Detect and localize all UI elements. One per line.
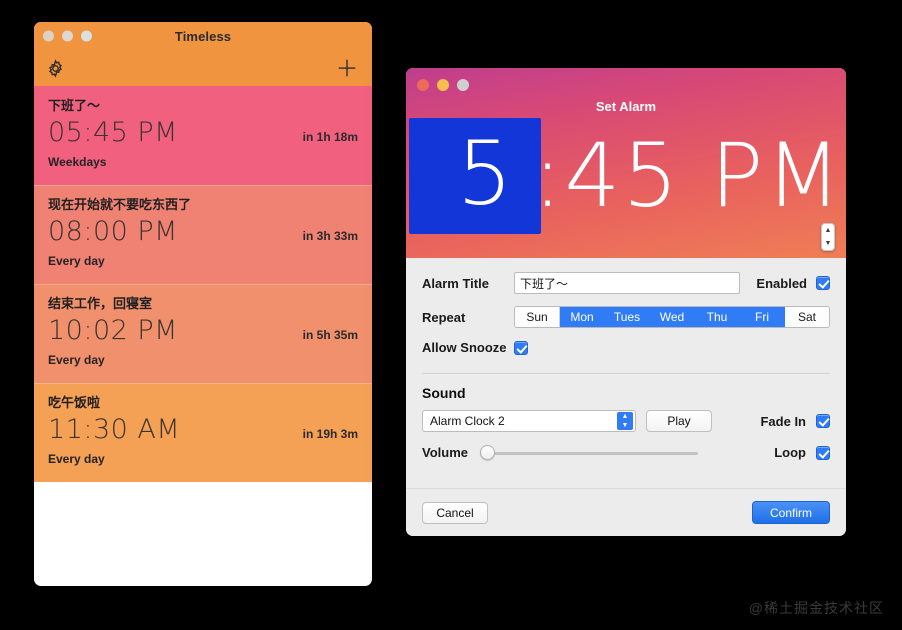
alarm-item-time: 10:02 PM bbox=[48, 315, 178, 346]
window-traffic-lights bbox=[43, 30, 92, 42]
stepper-up-icon[interactable]: ▲ bbox=[825, 227, 832, 234]
stepper-down-icon[interactable]: ▼ bbox=[825, 240, 832, 247]
dialog-minimize-button[interactable] bbox=[437, 79, 449, 91]
enabled-checkbox[interactable] bbox=[816, 276, 830, 290]
screen-root: Timeless 下班了～ 05:45 PM in 1h 18m Weekdays 现在… bbox=[0, 0, 902, 630]
chevron-updown-icon[interactable]: ▲ ▼ bbox=[617, 412, 633, 430]
sound-section-title: Sound bbox=[422, 385, 466, 401]
loop-group: Loop bbox=[774, 445, 830, 460]
chevron-up-glyph: ▲ bbox=[621, 413, 629, 420]
cancel-button[interactable]: Cancel bbox=[422, 501, 488, 524]
sound-select-value: Alarm Clock 2 bbox=[430, 414, 505, 428]
alarm-item-time: 11:30 AM bbox=[48, 414, 181, 445]
alarm-item-time: 05:45 PM bbox=[48, 117, 178, 148]
alarm-title-input[interactable] bbox=[514, 272, 741, 294]
set-alarm-dialog: Set Alarm 5:45 PM ▲ ▼ Alarm Title Enable… bbox=[406, 68, 846, 536]
repeat-day-mon[interactable]: Mon bbox=[560, 307, 605, 327]
dialog-footer: Cancel Confirm bbox=[406, 488, 846, 536]
play-button[interactable]: Play bbox=[646, 410, 712, 432]
loop-checkbox[interactable] bbox=[816, 445, 830, 460]
alarm-item-name: 下班了～ bbox=[48, 98, 101, 113]
alarm-item-repeat: Weekdays bbox=[48, 155, 107, 169]
set-alarm-form: Alarm Title Enabled Repeat SunMonTuesWed… bbox=[406, 258, 846, 488]
enabled-group: Enabled bbox=[756, 276, 830, 291]
alarm-list-item[interactable]: 结束工作，回寝室 10:02 PM in 5h 35m Every day bbox=[34, 284, 372, 383]
window-title: Timeless bbox=[174, 28, 232, 44]
alarm-item-eta: in 1h 18m bbox=[302, 130, 358, 144]
fade-in-label: Fade In bbox=[760, 413, 806, 429]
dialog-title: Set Alarm bbox=[595, 99, 657, 114]
repeat-day-selector[interactable]: Sun Mon Tues Wed Thu Fri Sat bbox=[514, 306, 830, 328]
gear-icon[interactable] bbox=[45, 58, 66, 79]
alarm-item-name: 吃午饭啦 bbox=[48, 395, 101, 410]
alarm-item-timerow: 05:45 PM in 1h 18m bbox=[48, 116, 358, 150]
repeat-label: Repeat bbox=[422, 309, 466, 325]
repeat-day-thu[interactable]: Thu bbox=[695, 307, 740, 327]
alarm-title-row: Alarm Title Enabled bbox=[422, 272, 830, 294]
time-display[interactable]: 5:45 PM bbox=[406, 116, 846, 236]
repeat-day-wed[interactable]: Wed bbox=[650, 307, 695, 327]
timeless-titlebar: Timeless bbox=[34, 22, 372, 50]
volume-slider-track bbox=[480, 451, 698, 455]
alarm-list-item[interactable]: 下班了～ 05:45 PM in 1h 18m Weekdays bbox=[34, 86, 372, 185]
volume-row: Volume Loop bbox=[422, 445, 830, 460]
repeat-day-fri[interactable]: Fri bbox=[740, 307, 785, 327]
fade-in-group: Fade In bbox=[760, 414, 830, 429]
enabled-label: Enabled bbox=[756, 275, 807, 291]
allow-snooze-row: Allow Snooze bbox=[422, 340, 830, 355]
volume-label: Volume bbox=[422, 445, 468, 460]
time-stepper[interactable]: ▲ ▼ bbox=[821, 223, 835, 251]
close-button[interactable] bbox=[43, 30, 54, 42]
repeat-day-tues[interactable]: Tues bbox=[605, 307, 650, 327]
alarm-item-timerow: 10:02 PM in 5h 35m bbox=[48, 314, 358, 348]
timeless-toolbar bbox=[34, 50, 372, 86]
repeat-day-sun[interactable]: Sun bbox=[515, 307, 560, 327]
alarm-title-label: Alarm Title bbox=[422, 275, 489, 291]
volume-slider-thumb[interactable] bbox=[480, 445, 495, 460]
allow-snooze-label: Allow Snooze bbox=[422, 340, 507, 355]
alarm-item-name: 结束工作，回寝室 bbox=[48, 296, 153, 311]
repeat-row: Repeat Sun Mon Tues Wed Thu Fri Sat bbox=[422, 306, 830, 328]
alarm-item-repeat: Every day bbox=[48, 254, 105, 268]
alarm-item-name: 现在开始就不要吃东西了 bbox=[48, 197, 192, 212]
alarm-item-repeat: Every day bbox=[48, 353, 105, 367]
alarm-item-timerow: 11:30 AM in 19h 3m bbox=[48, 413, 358, 447]
repeat-day-sat[interactable]: Sat bbox=[785, 307, 829, 327]
minimize-button[interactable] bbox=[62, 30, 73, 42]
time-hour-selected[interactable]: 5 bbox=[408, 118, 541, 234]
alarm-item-eta: in 5h 35m bbox=[302, 328, 358, 342]
loop-label: Loop bbox=[774, 445, 806, 460]
allow-snooze-checkbox[interactable] bbox=[514, 340, 528, 355]
zoom-button[interactable] bbox=[81, 30, 92, 42]
sound-select-row: Alarm Clock 2 ▲ ▼ Play Fade In bbox=[422, 410, 830, 432]
plus-icon[interactable] bbox=[336, 57, 358, 79]
timeless-window: Timeless 下班了～ 05:45 PM in 1h 18m Weekdays 现在… bbox=[34, 22, 372, 586]
alarm-item-eta: in 19h 3m bbox=[302, 427, 358, 441]
watermark: @稀土掘金技术社区 bbox=[748, 600, 884, 616]
alarm-item-timerow: 08:00 PM in 3h 33m bbox=[48, 215, 358, 249]
section-divider bbox=[422, 373, 830, 374]
alarm-list: 下班了～ 05:45 PM in 1h 18m Weekdays 现在开始就不要吃东西了… bbox=[34, 86, 372, 482]
alarm-item-eta: in 3h 33m bbox=[302, 229, 358, 243]
time-remainder[interactable]: :45 PM bbox=[531, 126, 844, 226]
dialog-close-button[interactable] bbox=[417, 79, 429, 91]
dialog-traffic-lights bbox=[417, 79, 469, 91]
sound-select[interactable]: Alarm Clock 2 ▲ ▼ bbox=[422, 410, 636, 432]
fade-in-checkbox[interactable] bbox=[816, 414, 830, 428]
alarm-list-item[interactable]: 吃午饭啦 11:30 AM in 19h 3m Every day bbox=[34, 383, 372, 482]
volume-slider[interactable] bbox=[480, 445, 698, 460]
confirm-button[interactable]: Confirm bbox=[752, 501, 830, 524]
alarm-item-time: 08:00 PM bbox=[48, 216, 178, 247]
alarm-list-item[interactable]: 现在开始就不要吃东西了 08:00 PM in 3h 33m Every day bbox=[34, 185, 372, 284]
chevron-down-glyph: ▼ bbox=[621, 422, 629, 429]
dialog-zoom-button[interactable] bbox=[457, 79, 469, 91]
alarm-item-repeat: Every day bbox=[48, 452, 105, 466]
set-alarm-hero: Set Alarm 5:45 PM ▲ ▼ bbox=[406, 68, 846, 258]
